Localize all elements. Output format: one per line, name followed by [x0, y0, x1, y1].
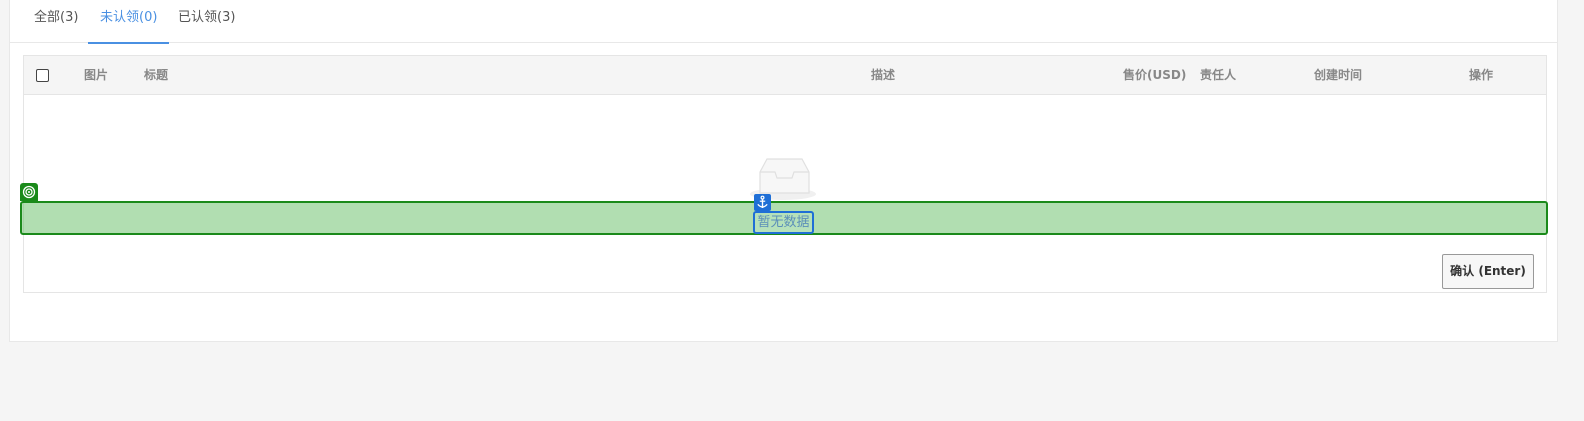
- target-icon: [20, 183, 38, 201]
- column-header-title: 标题: [144, 68, 169, 82]
- tab-all[interactable]: 全部(3): [34, 0, 78, 43]
- select-all-checkbox[interactable]: [36, 69, 49, 82]
- column-header-actions: 操作: [1469, 68, 1494, 82]
- column-header-owner: 责任人: [1200, 68, 1237, 82]
- inbox-icon: [750, 158, 816, 200]
- tab-bar: 全部(3) 未认领(0) 已认领(3): [10, 0, 1557, 44]
- table-header: 图片 标题 描述 售价(USD) 责任人 创建时间 操作: [24, 56, 1546, 95]
- column-header-image: 图片: [84, 68, 109, 82]
- confirm-button[interactable]: 确认 (Enter): [1442, 254, 1534, 289]
- column-header-description: 描述: [871, 68, 896, 82]
- column-header-price: 售价(USD): [1123, 68, 1187, 82]
- tab-unclaimed[interactable]: 未认领(0): [87, 0, 170, 44]
- empty-state-text: 暂无数据: [753, 211, 814, 234]
- tab-claimed[interactable]: 已认领(3): [178, 0, 235, 43]
- anchor-icon: [754, 194, 771, 211]
- column-header-created-time: 创建时间: [1314, 68, 1363, 82]
